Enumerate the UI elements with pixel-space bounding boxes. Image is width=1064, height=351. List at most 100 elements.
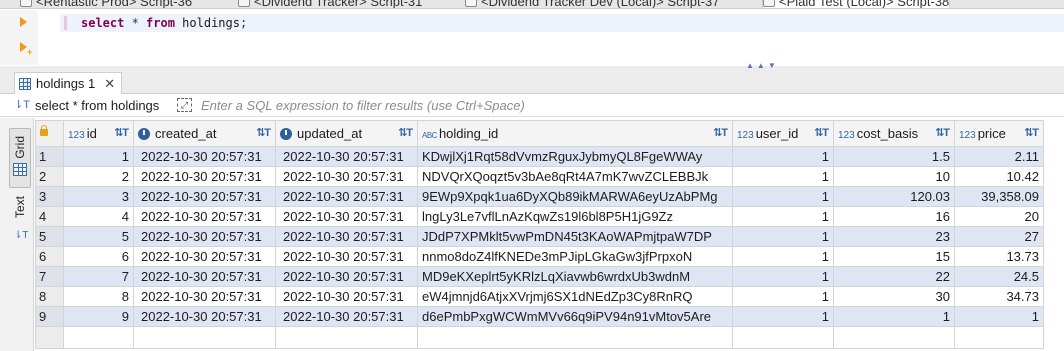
column-header-cost-basis[interactable]: 123 cost_basis ⇅T	[833, 120, 955, 147]
expand-filter-icon[interactable]: ⤢	[177, 98, 192, 112]
cell-created-at[interactable]: 2022-10-30 20:57:31	[133, 206, 276, 227]
cell-price[interactable]: 20	[954, 206, 1044, 227]
cell-cost-basis[interactable]: 120.03	[833, 186, 955, 207]
cell-created-at[interactable]: 2022-10-30 20:57:31	[133, 306, 276, 327]
cell-updated-at[interactable]: 2022-10-30 20:57:31	[275, 306, 418, 327]
cell-id[interactable]: 7	[63, 266, 134, 287]
add-statement-marker-icon[interactable]	[20, 42, 27, 52]
cell-cost-basis[interactable]: 16	[833, 206, 955, 227]
sort-filter-icon[interactable]: ⇅T	[713, 126, 728, 139]
cell-updated-at[interactable]: 2022-10-30 20:57:31	[275, 186, 418, 207]
close-icon[interactable]: ✕	[104, 76, 115, 92]
cell-id[interactable]: 4	[63, 206, 134, 227]
filter-query-label[interactable]: select * from holdings	[35, 99, 159, 113]
cell-holding-id[interactable]: d6ePmbPxgWCWmMVv66q9iPV94n91vMtov5Are	[417, 306, 733, 327]
cell-holding-id[interactable]: MD9eKXeplrt5yKRlzLqXiavwb6wrdxUb3wdnM	[417, 266, 733, 287]
results-tab[interactable]: holdings 1 ✕	[14, 72, 123, 94]
sql-statement[interactable]: select * from holdings;	[81, 15, 247, 31]
filter-icon[interactable]: ⇂T	[14, 99, 30, 111]
table-row[interactable]: 8 8 2022-10-30 20:57:31 2022-10-30 20:57…	[35, 286, 1044, 307]
table-row[interactable]: 4 4 2022-10-30 20:57:31 2022-10-30 20:57…	[35, 206, 1044, 227]
cell-created-at[interactable]: 2022-10-30 20:57:31	[133, 286, 276, 307]
row-number[interactable]: 6	[35, 246, 64, 267]
row-number[interactable]: 7	[35, 266, 64, 287]
sort-filter-icon[interactable]: ⇅T	[398, 126, 413, 139]
cell-holding-id[interactable]: JDdP7XPMklt5vwPmDN45t3KAoWAPmjtpaW7DP	[417, 226, 733, 247]
cell-updated-at[interactable]: 2022-10-30 20:57:31	[275, 226, 418, 247]
row-number[interactable]: 3	[35, 186, 64, 207]
row-number[interactable]: 4	[35, 206, 64, 227]
sort-filter-icon[interactable]: ⇅T	[256, 126, 271, 139]
cell-holding-id[interactable]: eW4jmnjd6AtjxXVrjmj6SX1dNEdZp3Cy8RnRQ	[417, 286, 733, 307]
cell-price[interactable]: 1	[954, 306, 1044, 327]
cell-id[interactable]: 8	[63, 286, 134, 307]
sort-filter-icon[interactable]: ⇅T	[1024, 126, 1039, 139]
table-row[interactable]: 2 2 2022-10-30 20:57:31 2022-10-30 20:57…	[35, 166, 1044, 187]
table-row[interactable]: 5 5 2022-10-30 20:57:31 2022-10-30 20:57…	[35, 226, 1044, 247]
column-header-price[interactable]: 123 price ⇅T	[954, 120, 1044, 147]
cell-price[interactable]: 24.5	[954, 266, 1044, 287]
cell-cost-basis[interactable]: 1	[833, 306, 955, 327]
cell-price[interactable]: 34.73	[954, 286, 1044, 307]
editor-tab[interactable]: <Dividend Tracker> Script-31	[238, 0, 422, 8]
row-number[interactable]: 1	[35, 146, 64, 167]
table-row[interactable]: 1 1 2022-10-30 20:57:31 2022-10-30 20:57…	[35, 146, 1044, 167]
grid-corner[interactable]	[35, 120, 64, 147]
column-header-id[interactable]: 123 id ⇅T	[63, 120, 134, 147]
cell-created-at[interactable]: 2022-10-30 20:57:31	[133, 186, 276, 207]
grid-view-label[interactable]: Grid	[13, 136, 27, 159]
cell-cost-basis[interactable]: 22	[833, 266, 955, 287]
text-view-icon[interactable]: ⇂T	[14, 230, 29, 241]
cell-user-id[interactable]: 1	[732, 226, 834, 247]
splitter-arrows-icon[interactable]: ▲▲▼	[746, 62, 779, 70]
cell-user-id[interactable]: 1	[732, 146, 834, 167]
cell-updated-at[interactable]: 2022-10-30 20:57:31	[275, 166, 418, 187]
cell-user-id[interactable]: 1	[732, 186, 834, 207]
text-view-label[interactable]: Text	[13, 196, 27, 218]
table-row[interactable]: 6 6 2022-10-30 20:57:31 2022-10-30 20:57…	[35, 246, 1044, 267]
table-row[interactable]: 7 7 2022-10-30 20:57:31 2022-10-30 20:57…	[35, 266, 1044, 287]
cell-updated-at[interactable]: 2022-10-30 20:57:31	[275, 286, 418, 307]
cell-holding-id[interactable]: NDVQrXQoqzt5v3bAe8qRt4A7mK7wvZCLEBBJk	[417, 166, 733, 187]
cell-price[interactable]: 10.42	[954, 166, 1044, 187]
cell-price[interactable]: 13.73	[954, 246, 1044, 267]
cell-id[interactable]: 6	[63, 246, 134, 267]
table-row[interactable]: 3 3 2022-10-30 20:57:31 2022-10-30 20:57…	[35, 186, 1044, 207]
cell-cost-basis[interactable]: 23	[833, 226, 955, 247]
cell-id[interactable]: 9	[63, 306, 134, 327]
sort-filter-icon[interactable]: ⇅T	[114, 126, 129, 139]
cell-user-id[interactable]: 1	[732, 266, 834, 287]
sort-filter-icon[interactable]: ⇅T	[935, 126, 950, 139]
editor-tab-active[interactable]: <Plaid Test (Local)> Script-38	[762, 0, 951, 8]
cell-price[interactable]: 2.11	[954, 146, 1044, 167]
cell-updated-at[interactable]: 2022-10-30 20:57:31	[275, 206, 418, 227]
cell-price[interactable]: 39,358.09	[954, 186, 1044, 207]
cell-cost-basis[interactable]: 10	[833, 166, 955, 187]
editor-tab[interactable]: <Dividend Tracker Dev (Local)> Script-37	[465, 0, 719, 8]
cell-id[interactable]: 2	[63, 166, 134, 187]
cell-user-id[interactable]: 1	[732, 306, 834, 327]
cell-updated-at[interactable]: 2022-10-30 20:57:31	[275, 266, 418, 287]
filter-input[interactable]: Enter a SQL expression to filter results…	[201, 99, 525, 113]
cell-price[interactable]: 27	[954, 226, 1044, 247]
cell-cost-basis[interactable]: 30	[833, 286, 955, 307]
cell-id[interactable]: 3	[63, 186, 134, 207]
cell-holding-id[interactable]: KDwjlXj1Rqt58dVvmzRguxJybmyQL8FgeWWAy	[417, 146, 733, 167]
row-number[interactable]: 5	[35, 226, 64, 247]
grid-icon[interactable]	[13, 163, 27, 176]
cell-created-at[interactable]: 2022-10-30 20:57:31	[133, 166, 276, 187]
column-header-updated-at[interactable]: updated_at ⇅T	[275, 120, 418, 147]
results-grid[interactable]: 123 id ⇅T created_at ⇅T updated_at ⇅T ABC hol…	[35, 120, 1044, 349]
cell-updated-at[interactable]: 2022-10-30 20:57:31	[275, 246, 418, 267]
column-header-created-at[interactable]: created_at ⇅T	[133, 120, 276, 147]
column-header-user-id[interactable]: 123 user_id ⇅T	[732, 120, 834, 147]
cell-user-id[interactable]: 1	[732, 206, 834, 227]
cell-holding-id[interactable]: lngLy3Le7vflLnAzKqwZs19l6bl8P5H1jG9Zz	[417, 206, 733, 227]
row-number[interactable]: 8	[35, 286, 64, 307]
cell-cost-basis[interactable]: 1.5	[833, 146, 955, 167]
sort-filter-icon[interactable]: ⇅T	[814, 126, 829, 139]
execute-marker-icon[interactable]	[20, 17, 27, 27]
cell-created-at[interactable]: 2022-10-30 20:57:31	[133, 226, 276, 247]
sql-editor[interactable]: + select * from holdings;	[0, 10, 1064, 65]
cell-created-at[interactable]: 2022-10-30 20:57:31	[133, 266, 276, 287]
